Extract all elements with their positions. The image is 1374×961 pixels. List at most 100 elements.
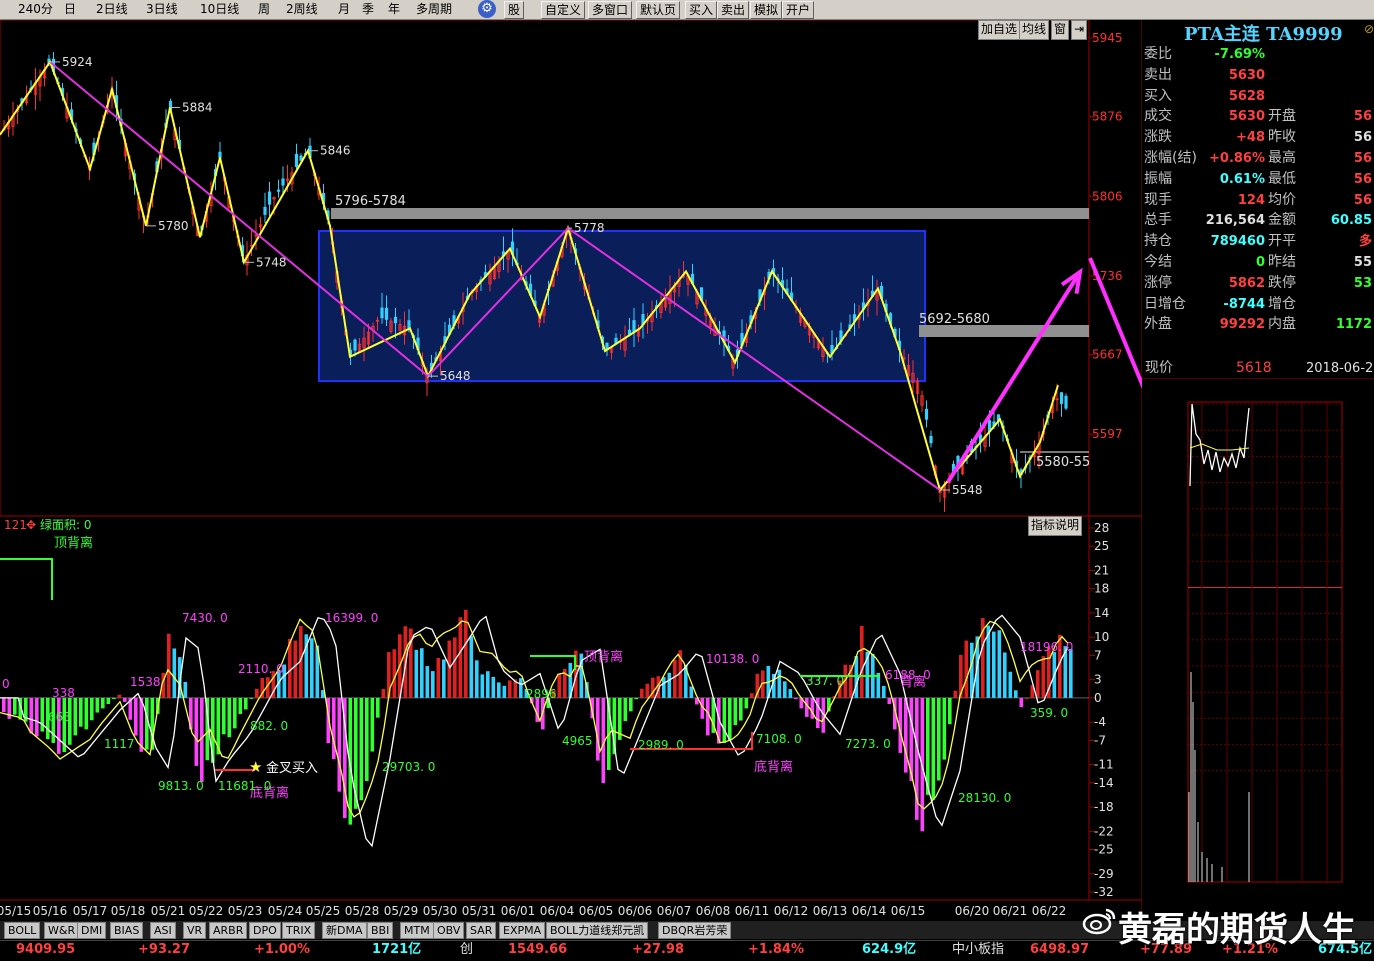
candle-body [924,408,929,420]
macd-bar [997,630,1002,698]
expand-arrow-icon[interactable]: ⇥ [1071,20,1088,40]
period-8[interactable]: 季 [362,2,374,17]
quote-label: 买入 [1144,87,1172,104]
macd-bar [1041,656,1046,698]
swing-label-p5748: 5748 [256,255,287,269]
macd-label-v663: 663 [48,710,71,724]
quote-label-2: 昨收 [1268,129,1296,146]
quote-row-6: 振幅 [1144,169,1172,190]
period-9[interactable]: 年 [388,2,400,17]
macd-label-v11681: 11681. 0 [218,779,271,793]
toolbar-button-4[interactable]: 卖出 [717,1,750,19]
candle-body [294,153,299,167]
window-button[interactable]: 窗 [1051,20,1070,40]
intraday-chart[interactable] [1142,378,1374,898]
period-7[interactable]: 月 [338,2,350,17]
macd-bar [337,697,342,792]
indicator-help-button[interactable]: 指标说明 [1028,516,1083,536]
indicator-tab-9[interactable]: 新DMA [322,922,367,939]
quote-label-2: 开平 [1268,233,1296,250]
indicator-tab-2[interactable]: DMI [77,922,107,939]
indicator-tab-3[interactable]: BIAS [110,922,144,939]
macd-bar [502,685,507,698]
indicator-tab-0[interactable]: BOLL [4,922,41,939]
indicator-tab-6[interactable]: ARBR [209,922,248,939]
kline-chart[interactable]: 5945587658065736566755975924588458465780… [0,20,1142,922]
macd-bar [673,659,677,698]
indicator-tab-5[interactable]: VR [183,922,207,939]
candle-body [380,307,384,319]
macd-label-golden: 金叉买入 [266,760,318,776]
period-3[interactable]: 3日线 [146,2,178,17]
toolbar-button-2[interactable]: 默认页 [636,1,681,19]
stock-button[interactable]: 股 [504,1,525,19]
macd-bar [194,697,199,766]
date-tick-label: 05/24 [268,904,303,918]
settings-icon[interactable]: ⊘ [1364,22,1374,36]
indicator-tab-15[interactable]: BOLL力道线郑元凯 [546,922,649,939]
macd-bar [887,697,892,705]
macd-tick-label: 28 [1094,521,1109,535]
toolbar-button-3[interactable]: 买入 [685,1,718,19]
moving-average-button[interactable]: 均线 [1019,20,1050,40]
date-tick-label: 05/30 [423,904,458,918]
indicator-tab-10[interactable]: BBI [367,922,394,939]
macd-bar [172,648,177,698]
toolbar-button-6[interactable]: 开户 [782,1,815,19]
status-sme-value: 6498.97 [1030,942,1090,957]
status-board-amount: 624.9亿 [862,942,917,957]
macd-label-v338: 338 [52,686,75,700]
toolbar-button-0[interactable]: 自定义 [541,1,586,19]
indicator-tab-16[interactable]: DBQR岩芳荣 [658,922,732,939]
macd-bar [420,648,424,698]
gear-icon[interactable]: ⚙ [478,0,496,18]
quote-value: 0.61% [1219,171,1265,187]
macd-bar [640,688,644,698]
indicator-tab-7[interactable]: DPO [249,922,281,939]
macd-bar [667,672,672,698]
indicator-tab-8[interactable]: TRIX [282,922,316,939]
status-board-change: +27.98 [632,942,685,957]
macd-bar [244,697,248,710]
toolbar-button-1[interactable]: 多窗口 [588,1,633,19]
period-10[interactable]: 多周期 [416,2,452,17]
toolbar-button-5[interactable]: 模拟 [750,1,783,19]
macd-bar [332,697,336,760]
date-tick-label: 06/20 [955,904,990,918]
indicator-tab-13[interactable]: SAR [466,922,497,939]
macd-label-v10138: 10138. 0 [706,652,759,666]
macd-bar [365,697,369,782]
band-label-3: 5580-55 [1036,455,1090,470]
period-4[interactable]: 10日线 [200,2,239,17]
indicator-tab-12[interactable]: OBV [433,922,465,939]
quote-value: 99292 [1219,317,1265,333]
quote-value-2: 56 [1353,192,1372,208]
indicator-tab-1[interactable]: W&R [44,922,80,939]
macd-bar [106,697,111,705]
period-2[interactable]: 2日线 [96,2,128,17]
add-favorite-button[interactable]: 加自选 [978,20,1021,40]
macd-label-v2896: 2896 [526,687,557,701]
date-tick-label: 06/14 [852,904,887,918]
indicator-tab-4[interactable]: ASI [150,922,176,939]
quote-value-2: 56 [1353,130,1372,146]
period-1[interactable]: 日 [64,2,76,17]
period-0[interactable]: 240分 [18,2,53,17]
macd-label-v18196: 18196. 0 [1020,640,1073,654]
quote-value-2: 53 [1353,275,1372,291]
macd-bar [937,697,941,781]
macd-bar [953,690,958,698]
quote-label: 卖出 [1144,66,1172,83]
macd-bar [249,697,254,699]
indicator-tab-11[interactable]: MTM [400,922,434,939]
indicator-tab-14[interactable]: EXPMA [499,922,546,939]
price-tick-label: 5597 [1092,427,1123,441]
top-divergence-marker-1 [0,558,53,600]
macd-label-v7273: 7273. 0 [845,737,891,751]
period-6[interactable]: 2周线 [286,2,318,17]
period-5[interactable]: 周 [258,2,270,17]
macd-label-v6188: 6188. 0 [885,668,931,682]
macd-tick-label: 25 [1094,539,1109,553]
macd-dea-line [0,614,1069,848]
date-tick-label: 05/18 [111,904,146,918]
